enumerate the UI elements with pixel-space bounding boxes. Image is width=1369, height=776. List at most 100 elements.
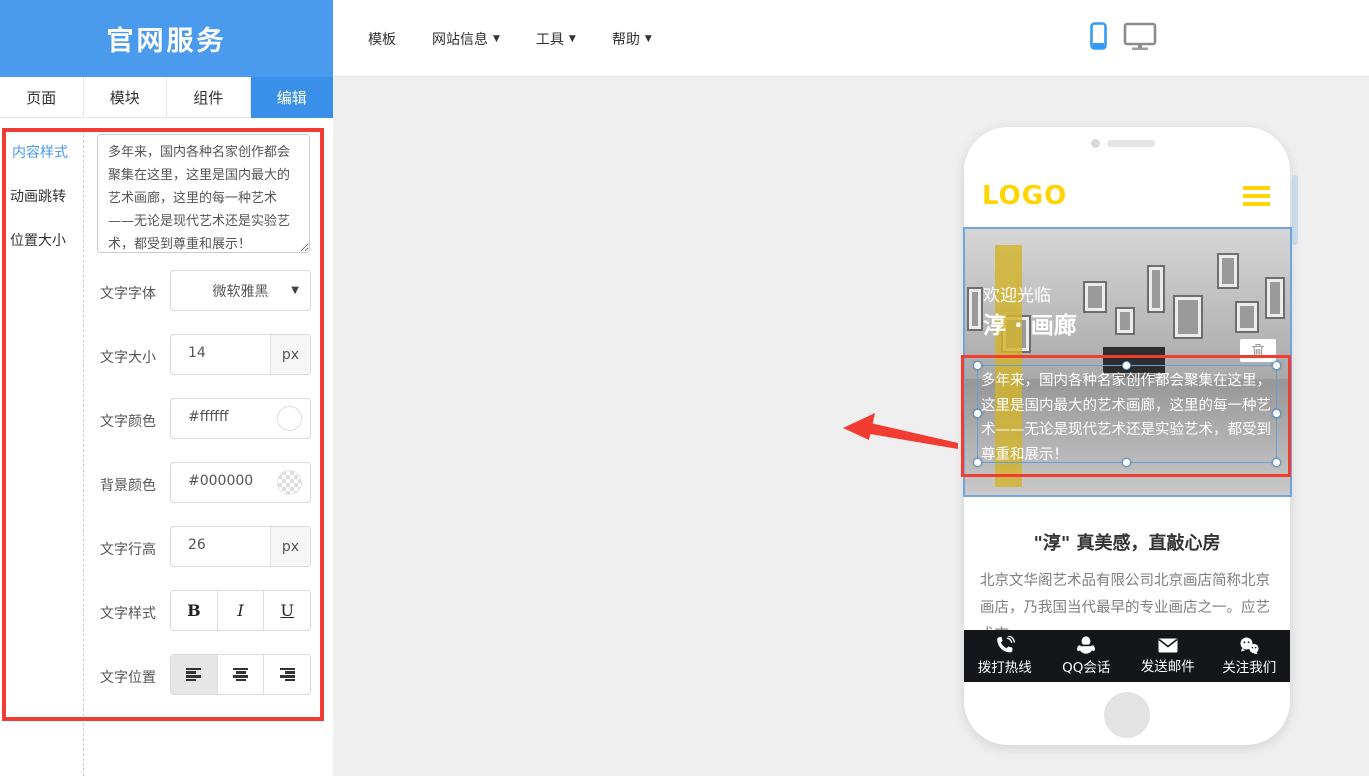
picture-frame — [1147, 265, 1165, 313]
panel-tabbar: 页面 模块 组件 编辑 — [0, 77, 333, 118]
menu-site-info[interactable]: 网站信息 ▼ — [432, 29, 500, 49]
align-left-icon — [186, 668, 201, 682]
resize-handle[interactable] — [1272, 458, 1281, 467]
content-text-input[interactable]: 多年来，国内各种名家创作都会聚集在这里，这里是国内最大的艺术画廊，这里的每一种艺… — [97, 134, 310, 253]
monitor-icon[interactable] — [1123, 22, 1157, 50]
font-family-select[interactable]: 微软雅黑 ▼ — [170, 270, 311, 311]
phone-home-button[interactable] — [1104, 692, 1150, 738]
transparent-checker-swatch[interactable] — [277, 470, 302, 495]
font-family-label: 文字字体 — [100, 283, 156, 303]
resize-handle[interactable] — [1122, 458, 1131, 467]
selected-text-block[interactable]: 多年来，国内各种名家创作都会聚集在这里，这里是国内最大的艺术画廊，这里的每一种艺… — [977, 365, 1277, 463]
bg-color-label: 背景颜色 — [100, 475, 156, 495]
menu-template[interactable]: 模板 — [368, 29, 396, 49]
website-builder-app: 官网服务 模板 网站信息 ▼ 工具 ▼ 帮助 ▼ — [0, 0, 1369, 776]
align-center-icon — [233, 668, 248, 682]
line-height-unit: px — [270, 527, 310, 566]
resize-handle[interactable] — [1272, 409, 1281, 418]
picture-frame — [1235, 301, 1259, 333]
nav-call-hotline[interactable]: 拨打热线 — [964, 630, 1046, 682]
align-center-button[interactable] — [218, 655, 265, 694]
underline-label: U — [280, 601, 293, 620]
picture-frame — [1173, 295, 1203, 339]
nav-qq-chat-label: QQ会话 — [1062, 656, 1110, 676]
text-align-label: 文字位置 — [100, 667, 156, 687]
italic-button[interactable]: I — [218, 591, 265, 630]
font-family-value: 微软雅黑 — [213, 281, 269, 301]
tab-module[interactable]: 模块 — [84, 77, 168, 118]
hero-title: 淳 · 画廊 — [983, 306, 1077, 340]
chevron-down-icon: ▼ — [645, 34, 652, 44]
menu-help[interactable]: 帮助 ▼ — [612, 29, 652, 49]
picture-frame — [1115, 307, 1135, 335]
annotation-arrow — [843, 412, 958, 454]
panel-menu-content-style[interactable]: 内容样式 — [12, 142, 68, 162]
site-header: LOGO — [972, 165, 1282, 227]
nav-follow-us-label: 关注我们 — [1222, 656, 1276, 676]
trash-icon — [1251, 343, 1265, 358]
delete-button[interactable] — [1240, 339, 1276, 362]
bold-label: B — [187, 601, 201, 620]
resize-handle[interactable] — [1122, 361, 1131, 370]
phone-icon — [995, 636, 1015, 654]
qq-icon — [1077, 636, 1095, 654]
site-logo[interactable]: LOGO — [972, 181, 1067, 211]
picture-frame — [1265, 277, 1285, 319]
top-toolbar: 模板 网站信息 ▼ 工具 ▼ 帮助 ▼ — [333, 0, 1369, 77]
chevron-down-icon: ▼ — [493, 34, 500, 44]
font-size-unit: px — [270, 335, 310, 374]
canvas-scrollbar[interactable] — [1292, 175, 1298, 245]
phone-speaker-bar — [1107, 140, 1155, 147]
panel-menu-animation-jump[interactable]: 动画跳转 — [10, 186, 66, 206]
color-swatch-circle[interactable] — [277, 406, 302, 431]
text-style-group: B I U — [170, 590, 311, 631]
menu-tools-label: 工具 — [536, 29, 564, 49]
nav-call-hotline-label: 拨打热线 — [978, 656, 1032, 676]
italic-label: I — [237, 601, 243, 620]
section-heading: "淳" 真美感，直敲心房 — [964, 529, 1290, 555]
text-color-input[interactable]: #ffffff — [170, 398, 311, 439]
resize-handle[interactable] — [973, 409, 982, 418]
smartphone-icon[interactable] — [1090, 22, 1107, 50]
brand-header: 官网服务 — [0, 0, 333, 77]
panel-menu-position-size[interactable]: 位置大小 — [10, 230, 66, 250]
text-color-label: 文字颜色 — [100, 411, 156, 431]
underline-button[interactable]: U — [264, 591, 310, 630]
align-right-icon — [280, 668, 295, 682]
bg-color-input[interactable]: #000000 — [170, 462, 311, 503]
hamburger-menu-icon[interactable] — [1243, 182, 1282, 211]
text-align-group — [170, 654, 311, 695]
nav-qq-chat[interactable]: QQ会话 — [1046, 630, 1128, 682]
menu-help-label: 帮助 — [612, 29, 640, 49]
panel-divider — [83, 130, 84, 776]
intro-section: "淳" 真美感，直敲心房 北京文华阁艺术品有限公司北京画店简称北京画店，乃我国当… — [964, 497, 1290, 630]
phone-preview: LOGO 欢迎光临 淳 · 画廊 — [964, 127, 1290, 745]
menu-template-label: 模板 — [368, 29, 396, 49]
resize-handle[interactable] — [973, 458, 982, 467]
bg-color-value: #000000 — [188, 473, 253, 489]
font-size-value: 14 — [188, 345, 206, 361]
app-title: 官网服务 — [107, 19, 227, 58]
font-size-input[interactable]: 14 px — [170, 334, 311, 375]
nav-send-email[interactable]: 发送邮件 — [1127, 630, 1209, 682]
tab-page[interactable]: 页面 — [0, 77, 84, 118]
align-left-button[interactable] — [171, 655, 218, 694]
bold-button[interactable]: B — [171, 591, 218, 630]
nav-follow-us[interactable]: 关注我们 — [1209, 630, 1291, 682]
menu-site-info-label: 网站信息 — [432, 29, 488, 49]
menu-tools[interactable]: 工具 ▼ — [536, 29, 576, 49]
chevron-down-icon: ▼ — [569, 34, 576, 44]
resize-handle[interactable] — [973, 361, 982, 370]
bottom-action-bar: 拨打热线 QQ会话 发送邮件 — [964, 630, 1290, 682]
tab-component[interactable]: 组件 — [167, 77, 251, 118]
line-height-input[interactable]: 26 px — [170, 526, 311, 567]
mail-icon — [1158, 638, 1178, 653]
hero-body-text: 多年来，国内各种名家创作都会聚集在这里，这里是国内最大的艺术画廊，这里的每一种艺… — [978, 366, 1276, 470]
section-description: 北京文华阁艺术品有限公司北京画店简称北京画店，乃我国当代最早的专业画店之一。应艺… — [980, 568, 1274, 630]
align-right-button[interactable] — [264, 655, 310, 694]
nav-send-email-label: 发送邮件 — [1141, 655, 1195, 675]
chevron-down-icon: ▼ — [291, 285, 299, 296]
tab-edit[interactable]: 编辑 — [251, 77, 334, 118]
resize-handle[interactable] — [1272, 361, 1281, 370]
wechat-icon — [1239, 637, 1259, 654]
